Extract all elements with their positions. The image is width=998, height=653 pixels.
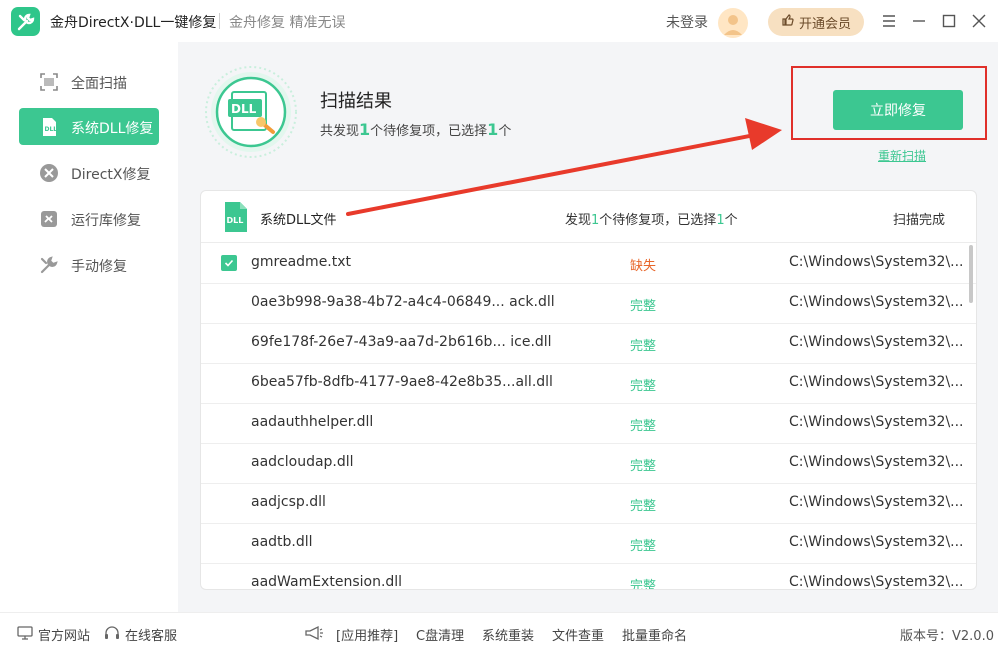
sidebar-item-label: 系统DLL修复 bbox=[71, 121, 154, 137]
title-divider bbox=[219, 13, 220, 29]
monitor-icon bbox=[17, 625, 33, 644]
scan-status: 扫描完成 bbox=[893, 213, 946, 228]
scan-icon bbox=[39, 72, 59, 92]
results-header: DLL 系统DLL文件 发现1个待修复项，已选择1个 扫描完成 bbox=[201, 191, 976, 243]
duplicate-file-link[interactable]: 文件查重 bbox=[552, 625, 604, 644]
file-path: C:\Windows\System32\... bbox=[789, 534, 964, 550]
sidebar-item-directx[interactable]: DirectX修复 bbox=[19, 154, 159, 191]
table-row[interactable]: aadtb.dll 完整 C:\Windows\System32\... bbox=[201, 523, 976, 564]
file-name: gmreadme.txt bbox=[251, 254, 352, 270]
file-status: 完整 bbox=[630, 499, 657, 514]
file-path: C:\Windows\System32\... bbox=[789, 494, 964, 510]
svg-text:DLL: DLL bbox=[227, 216, 244, 225]
megaphone-icon bbox=[304, 625, 324, 641]
file-name: 6bea57fb-8dfb-4177-9ae8-42e8b35...all.dl… bbox=[251, 374, 553, 390]
sidebar-item-label: 手动修复 bbox=[71, 259, 127, 275]
fix-now-button[interactable]: 立即修复 bbox=[833, 90, 963, 130]
results-count: 发现1个待修复项，已选择1个 bbox=[565, 213, 738, 228]
app-slogan: 金舟修复 精准无误 bbox=[229, 15, 346, 31]
sidebar-item-system-dll[interactable]: DLL 系统DLL修复 bbox=[19, 108, 159, 145]
minimize-icon[interactable] bbox=[910, 12, 928, 30]
app-logo-icon bbox=[11, 7, 40, 36]
svg-text:DLL: DLL bbox=[45, 126, 58, 133]
file-name: 0ae3b998-9a38-4b72-a4c4-06849... ack.dll bbox=[251, 294, 555, 310]
file-status: 完整 bbox=[630, 579, 657, 590]
menu-icon[interactable] bbox=[880, 12, 898, 30]
sidebar-item-label: 全面扫描 bbox=[71, 76, 127, 92]
scan-result-summary: 共发现1个待修复项，已选择1个 bbox=[320, 120, 512, 139]
file-status: 完整 bbox=[630, 379, 657, 394]
file-status: 完整 bbox=[630, 539, 657, 554]
file-status: 完整 bbox=[630, 299, 657, 314]
file-name: aadauthhelper.dll bbox=[251, 414, 374, 430]
dll-icon: DLL bbox=[39, 117, 59, 137]
table-row[interactable]: gmreadme.txt 缺失 C:\Windows\System32\... bbox=[201, 243, 976, 284]
maximize-icon[interactable] bbox=[940, 12, 958, 30]
sidebar-item-label: 运行库修复 bbox=[71, 213, 141, 229]
app-recommend-link[interactable]: [应用推荐] bbox=[336, 625, 398, 644]
rescan-link[interactable]: 重新扫描 bbox=[878, 147, 926, 164]
found-count: 1 bbox=[359, 120, 371, 139]
vip-button-label: 开通会员 bbox=[798, 16, 851, 32]
table-row[interactable]: aadauthhelper.dll 完整 C:\Windows\System32\.… bbox=[201, 403, 976, 444]
file-name: aadcloudap.dll bbox=[251, 454, 354, 470]
sidebar-item-label: DirectX修复 bbox=[71, 167, 151, 183]
file-path: C:\Windows\System32\... bbox=[789, 374, 964, 390]
table-row[interactable]: 6bea57fb-8dfb-4177-9ae8-42e8b35...all.dl… bbox=[201, 363, 976, 404]
file-name: aadjcsp.dll bbox=[251, 494, 326, 510]
vip-button[interactable]: 开通会员 bbox=[768, 8, 864, 36]
directx-icon bbox=[39, 163, 59, 183]
version-label: 版本号：V2.0.0 bbox=[900, 629, 994, 644]
scan-result-title: 扫描结果 bbox=[320, 91, 392, 112]
file-status: 缺失 bbox=[630, 259, 657, 274]
wrench-icon bbox=[39, 255, 59, 275]
online-service-link[interactable]: 在线客服 bbox=[104, 625, 177, 644]
system-reinstall-link[interactable]: 系统重装 bbox=[482, 625, 534, 644]
selected-count: 1 bbox=[487, 120, 499, 139]
file-path: C:\Windows\System32\... bbox=[789, 574, 964, 590]
avatar[interactable] bbox=[718, 8, 748, 38]
official-site-link[interactable]: 官方网站 bbox=[17, 625, 90, 644]
headset-icon bbox=[104, 625, 120, 644]
file-path: C:\Windows\System32\... bbox=[789, 254, 964, 270]
scan-result-illustration: DLL bbox=[201, 66, 301, 158]
file-name: 69fe178f-26e7-43a9-aa7d-2b616b... ice.dl… bbox=[251, 334, 552, 350]
table-row[interactable]: 0ae3b998-9a38-4b72-a4c4-06849... ack.dll… bbox=[201, 283, 976, 324]
sidebar-item-runtime[interactable]: 运行库修复 bbox=[19, 200, 159, 237]
runtime-icon bbox=[39, 209, 59, 229]
file-path: C:\Windows\System32\... bbox=[789, 414, 964, 430]
file-path: C:\Windows\System32\... bbox=[789, 454, 964, 470]
table-row[interactable]: aadcloudap.dll 完整 C:\Windows\System32\... bbox=[201, 443, 976, 484]
sidebar-item-manual[interactable]: 手动修复 bbox=[19, 246, 159, 283]
app-title: 金舟DirectX·DLL一键修复 bbox=[50, 15, 217, 31]
table-row[interactable]: aadjcsp.dll 完整 C:\Windows\System32\... bbox=[201, 483, 976, 524]
footer: 官方网站 在线客服 [应用推荐] C盘清理 系统重装 文件查重 批量重命名 版本… bbox=[0, 612, 998, 653]
close-icon[interactable] bbox=[970, 12, 988, 30]
login-status[interactable]: 未登录 bbox=[666, 12, 708, 32]
file-status: 完整 bbox=[630, 459, 657, 474]
thumb-up-icon bbox=[781, 13, 795, 31]
file-status: 完整 bbox=[630, 339, 657, 354]
row-checkbox[interactable] bbox=[221, 255, 237, 271]
scrollbar[interactable] bbox=[969, 245, 973, 303]
scan-badge: DLL bbox=[231, 102, 257, 116]
results-panel: DLL 系统DLL文件 发现1个待修复项，已选择1个 扫描完成 gmreadme… bbox=[200, 190, 977, 590]
file-status: 完整 bbox=[630, 419, 657, 434]
results-title: 系统DLL文件 bbox=[260, 213, 337, 228]
file-name: aadtb.dll bbox=[251, 534, 313, 550]
dll-file-icon: DLL bbox=[222, 201, 250, 233]
file-path: C:\Windows\System32\... bbox=[789, 334, 964, 350]
file-name: aadWamExtension.dll bbox=[251, 574, 403, 590]
table-row[interactable]: 69fe178f-26e7-43a9-aa7d-2b616b... ice.dl… bbox=[201, 323, 976, 364]
sidebar-item-full-scan[interactable]: 全面扫描 bbox=[19, 63, 159, 100]
c-drive-clean-link[interactable]: C盘清理 bbox=[416, 625, 464, 644]
title-bar: 金舟DirectX·DLL一键修复 金舟修复 精准无误 未登录 开通会员 bbox=[0, 0, 998, 42]
table-row[interactable]: aadWamExtension.dll 完整 C:\Windows\System32… bbox=[201, 563, 976, 590]
batch-rename-link[interactable]: 批量重命名 bbox=[622, 625, 687, 644]
sidebar: 全面扫描 DLL 系统DLL修复 DirectX修复 运行库修复 手动修复 bbox=[0, 42, 178, 612]
file-path: C:\Windows\System32\... bbox=[789, 294, 964, 310]
